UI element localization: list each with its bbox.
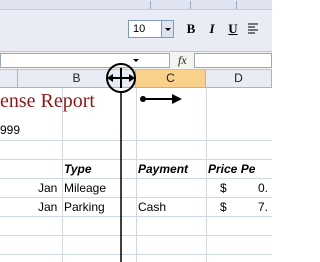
arrow-right-icon (140, 94, 182, 104)
column-resize-cursor-icon (107, 68, 135, 88)
cursor-annotation (106, 63, 182, 262)
